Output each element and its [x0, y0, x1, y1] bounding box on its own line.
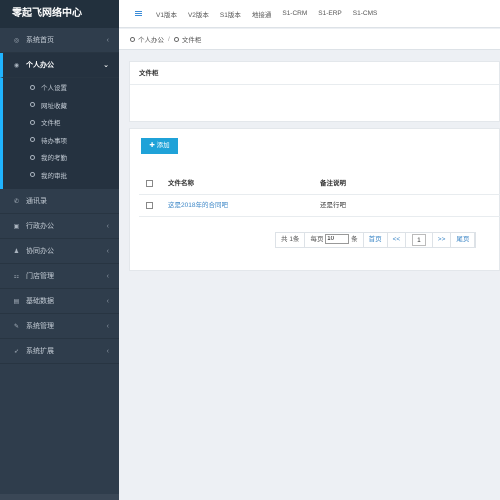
per-page-input[interactable]: [325, 234, 350, 245]
pager-last-button[interactable]: 尾页: [451, 233, 476, 247]
pager-page-wrap: 1: [406, 233, 433, 247]
circle-icon: [30, 154, 35, 160]
sidebar-menu: ◎ 系统首页 ‹ ◉ 个人办公 ⌄: [0, 28, 119, 78]
sidebar-item-label: 系统扩展: [25, 348, 54, 355]
topnav-s1-cms[interactable]: S1-CMS: [353, 10, 378, 17]
chevron-left-icon: ‹: [106, 298, 109, 305]
column-header-filename: 文件名称: [168, 180, 194, 187]
topnav-s1-erp[interactable]: S1-ERP: [318, 10, 341, 17]
sidebar-item-label: 通讯录: [25, 198, 47, 205]
pager-prev-button[interactable]: <<: [388, 233, 407, 247]
breadcrumb: 个人办公 / 文件柜: [119, 29, 500, 50]
chevron-left-icon: ‹: [106, 248, 109, 255]
table-row: 这是2018年的合同吧 还是行吧: [139, 195, 500, 217]
sidebar-item-admin-office[interactable]: ▣ 行政办公 ‹: [0, 214, 119, 239]
submenu-item-bookmarks[interactable]: 网址收藏: [3, 98, 119, 116]
file-name-link[interactable]: 这是2018年的合同吧: [168, 195, 228, 217]
sidebar-item-contacts[interactable]: ✆ 通讯录: [0, 189, 119, 214]
table-header-row: 文件名称 备注说明: [139, 173, 500, 195]
sidebar-submenu: 个人设置 网址收藏 文件柜 待办事项 我的考勤 我的审批: [0, 78, 119, 189]
briefcase-icon: ▣: [13, 224, 20, 230]
circle-icon: [173, 36, 179, 42]
database-icon: ▤: [13, 299, 20, 305]
submenu-item-todo[interactable]: 待办事项: [3, 133, 119, 151]
sidebar-item-label: 系统管理: [25, 323, 54, 330]
chevron-down-icon: ⌄: [103, 62, 109, 69]
sidebar-item-basic-data[interactable]: ▤ 基础数据 ‹: [0, 289, 119, 314]
wrench-icon: ✎: [13, 324, 20, 330]
submenu-item-file-cabinet[interactable]: 文件柜: [3, 115, 119, 133]
topnav-v2[interactable]: V2版本: [188, 9, 209, 19]
panel-title: 文件柜: [130, 62, 499, 85]
circle-icon: ◉: [13, 63, 20, 69]
pager-current-page[interactable]: 1: [412, 234, 426, 246]
breadcrumb-separator: /: [168, 35, 170, 43]
circle-icon: [30, 84, 35, 90]
sidebar-item-home[interactable]: ◎ 系统首页 ‹: [0, 28, 119, 53]
sidebar-item-store-management[interactable]: ⚏ 门店管理 ‹: [0, 264, 119, 289]
circle-icon: [30, 137, 35, 143]
sidebar: 零起飞网络中心 ◎ 系统首页 ‹ ◉ 个人办公 ⌄ 个人设置 网址收藏 文件柜 …: [0, 0, 119, 500]
sidebar-item-label: 基础数据: [25, 298, 54, 305]
sidebar-item-collaboration[interactable]: ♟ 协同办公 ‹: [0, 239, 119, 264]
brand-title: 零起飞网络中心: [0, 0, 119, 28]
rocket-icon: ➶: [13, 349, 20, 355]
sidebar-item-personal-office[interactable]: ◉ 个人办公 ⌄: [0, 53, 119, 78]
chevron-left-icon: ‹: [106, 323, 109, 330]
sidebar-item-label: 协同办公: [25, 248, 54, 255]
circle-icon: [30, 172, 35, 178]
circle-icon: [30, 102, 35, 108]
submenu-item-personal-settings[interactable]: 个人设置: [3, 80, 119, 98]
circle-icon: [130, 36, 135, 42]
plus-icon: ✚: [149, 142, 157, 149]
sidebar-footer: [0, 494, 119, 500]
chevron-left-icon: ‹: [106, 223, 109, 230]
gauge-icon: ◎: [13, 38, 20, 44]
submenu-item-attendance[interactable]: 我的考勤: [3, 150, 119, 168]
file-list-panel: ✚ 添加 文件名称 备注说明 这是2018年的合同吧 还是行吧 共 1条 每页 …: [129, 128, 500, 271]
top-navbar: V1版本 V2版本 S1版本 地接通 S1-CRM S1-ERP S1-CMS: [119, 0, 500, 28]
chevron-left-icon: ‹: [106, 348, 109, 355]
select-all-checkbox[interactable]: [146, 180, 153, 187]
topnav-s1-crm[interactable]: S1-CRM: [282, 10, 307, 17]
breadcrumb-item-file-cabinet[interactable]: 文件柜: [182, 34, 202, 44]
file-cabinet-panel: 文件柜: [129, 61, 500, 122]
sitemap-icon: ⚏: [13, 274, 20, 280]
add-button[interactable]: ✚ 添加: [141, 138, 178, 154]
sidebar-item-label: 系统首页: [25, 37, 54, 44]
breadcrumb-item-personal-office[interactable]: 个人办公: [138, 34, 164, 44]
circle-icon: [30, 119, 35, 125]
sidebar-menu-lower: ✆ 通讯录 ▣ 行政办公 ‹ ♟ 协同办公 ‹ ⚏ 门店管理 ‹ ▤ 基础数据 …: [0, 189, 119, 364]
submenu-item-approvals[interactable]: 我的审批: [3, 168, 119, 186]
pager-total: 共 1条: [276, 233, 306, 247]
chevron-left-icon: ‹: [106, 37, 109, 44]
sidebar-item-label: 门店管理: [25, 273, 54, 280]
topnav-v1[interactable]: V1版本: [156, 9, 177, 19]
chevron-left-icon: ‹: [106, 273, 109, 280]
menu-toggle-icon[interactable]: [135, 11, 142, 16]
file-table: 文件名称 备注说明 这是2018年的合同吧 还是行吧: [139, 173, 500, 217]
row-checkbox[interactable]: [146, 202, 153, 209]
users-icon: ♟: [13, 249, 20, 255]
sidebar-item-system-management[interactable]: ✎ 系统管理 ‹: [0, 314, 119, 339]
sidebar-item-system-extension[interactable]: ➶ 系统扩展 ‹: [0, 339, 119, 364]
file-note: 还是行吧: [320, 202, 346, 209]
sidebar-item-label: 行政办公: [25, 223, 54, 230]
topnav-s1[interactable]: S1版本: [220, 9, 241, 19]
sidebar-item-label: 个人办公: [25, 62, 54, 69]
pager-per-page: 每页 条: [305, 233, 364, 247]
pager-first-button[interactable]: 首页: [364, 233, 388, 247]
phone-icon: ✆: [13, 199, 20, 205]
column-header-note: 备注说明: [320, 180, 346, 187]
pager-next-button[interactable]: >>: [433, 233, 452, 247]
pagination: 共 1条 每页 条 首页 << 1 >> 尾页: [275, 232, 477, 248]
topnav-dijietong[interactable]: 地接通: [252, 9, 272, 19]
